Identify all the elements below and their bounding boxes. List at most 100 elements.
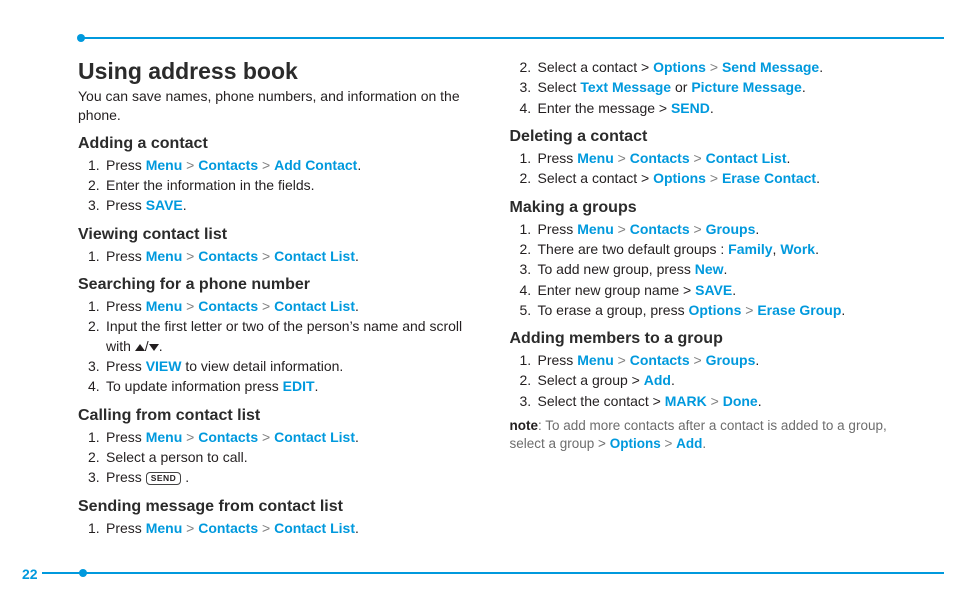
text-message-link: Text Message [580,79,671,95]
view-link: VIEW [146,358,182,374]
contacts-link: Contacts [630,352,690,368]
list-item: 2. Select a group > Add. [510,371,910,390]
list-item: 2. Select a contact > Options > Erase Co… [510,169,910,188]
contact-list-link: Contact List [274,248,355,264]
list-item: 3.Press SEND . [78,468,478,487]
t: Press [106,429,142,445]
section-addmem-list: 1. Press Menu > Contacts > Groups. 2. Se… [510,351,910,411]
section-groups-list: 1. Press Menu > Contacts > Groups. 2. Th… [510,220,910,321]
list-item: 3. Select the contact > MARK > Done. [510,392,910,411]
section-addmem-title: Adding members to a group [510,330,910,348]
erase-group-link: Erase Group [757,302,841,318]
list-item: 4. Enter the message > SEND. [510,99,910,118]
list-item: 1. Press Menu > Contacts > Contact List. [78,428,478,447]
edit-link: EDIT [283,378,315,394]
section-groups-title: Making a groups [510,199,910,217]
options-link: Options [688,302,741,318]
down-arrow-icon [149,344,159,351]
contacts-link: Contacts [630,221,690,237]
t: to view detail information. [181,358,343,374]
family-link: Family [728,241,772,257]
list-item: 5. To erase a group, press Options > Era… [510,301,910,320]
list-item: 2. Select a contact > Options > Send Mes… [510,58,910,77]
t: Select a person to call. [106,449,248,465]
t: Select [538,79,581,95]
t: To erase a group, press [538,302,689,318]
options-link: Options [653,170,706,186]
t: Enter new group name > [538,282,696,298]
section-adding-title: Adding a contact [78,135,478,153]
erase-contact-link: Erase Contact [722,170,816,186]
section-deleting-list: 1. Press Menu > Contacts > Contact List.… [510,149,910,189]
menu-link: Menu [577,150,614,166]
send-key-icon: SEND [146,472,182,485]
intro-text: You can save names, phone numbers, and i… [78,87,478,125]
t: Press [106,358,142,374]
contacts-link: Contacts [198,429,258,445]
list-item: 3.Press SAVE. [78,196,478,215]
work-link: Work [780,241,815,257]
list-item: 2.Enter the information in the fields. [78,176,478,195]
section-calling-title: Calling from contact list [78,407,478,425]
up-arrow-icon [135,344,145,351]
t: Press [106,520,142,536]
t: There are two default groups : [538,241,729,257]
list-item: 3. Select Text Message or Picture Messag… [510,78,910,97]
menu-link: Menu [577,352,614,368]
t: Select a contact > [538,59,654,75]
t: Press [106,157,142,173]
section-searching-title: Searching for a phone number [78,276,478,294]
options-link: Options [653,59,706,75]
mark-link: MARK [665,393,707,409]
list-item: 1. Press Menu > Contacts > Contact List. [78,297,478,316]
t: or [671,79,691,95]
list-item: 1. Press Menu > Contacts > Contact List. [78,247,478,266]
groups-link: Groups [706,352,756,368]
list-item: 1. Press Menu > Contacts > Contact List. [78,519,478,538]
list-item: 3. To add new group, press New. [510,260,910,279]
picture-message-link: Picture Message [691,79,802,95]
footer-rule [42,572,944,574]
note: note: To add more contacts after a conta… [510,417,910,453]
section-sending-title: Sending message from contact list [78,498,478,516]
list-item: 3. Press VIEW to view detail information… [78,357,478,376]
t: Enter the message > [538,100,671,116]
t: Press [538,352,574,368]
t: To update information press [106,378,283,394]
contacts-link: Contacts [198,298,258,314]
contacts-link: Contacts [198,520,258,536]
new-link: New [695,261,724,277]
t: Select the contact > [538,393,665,409]
t: Press [106,248,142,264]
contact-list-link: Contact List [706,150,787,166]
list-item: 2.Select a person to call. [78,448,478,467]
menu-link: Menu [577,221,614,237]
contact-list-link: Contact List [274,520,355,536]
save-link: SAVE [695,282,732,298]
menu-link: Menu [146,248,183,264]
contact-list-link: Contact List [274,429,355,445]
add-link: Add [676,436,702,451]
add-link: Add [644,372,671,388]
send-message-link: Send Message [722,59,819,75]
t: To add new group, press [538,261,695,277]
page-content: Using address book You can save names, p… [78,58,909,552]
section-calling-list: 1. Press Menu > Contacts > Contact List.… [78,428,478,488]
list-item: 4. To update information press EDIT. [78,377,478,396]
section-viewing-list: 1. Press Menu > Contacts > Contact List. [78,247,478,266]
add-contact-link: Add Contact [274,157,357,173]
contacts-link: Contacts [198,157,258,173]
menu-link: Menu [146,429,183,445]
t: Press [106,197,142,213]
menu-link: Menu [146,298,183,314]
section-deleting-title: Deleting a contact [510,128,910,146]
t: Select a group > [538,372,644,388]
t: Enter the information in the fields. [106,177,315,193]
save-link: SAVE [146,197,183,213]
page-number: 22 [22,566,38,582]
t: Press [538,150,574,166]
t: Select a contact > [538,170,654,186]
menu-link: Menu [146,157,183,173]
list-item: 1. Press Menu > Contacts > Groups. [510,351,910,370]
header-rule [78,37,944,39]
